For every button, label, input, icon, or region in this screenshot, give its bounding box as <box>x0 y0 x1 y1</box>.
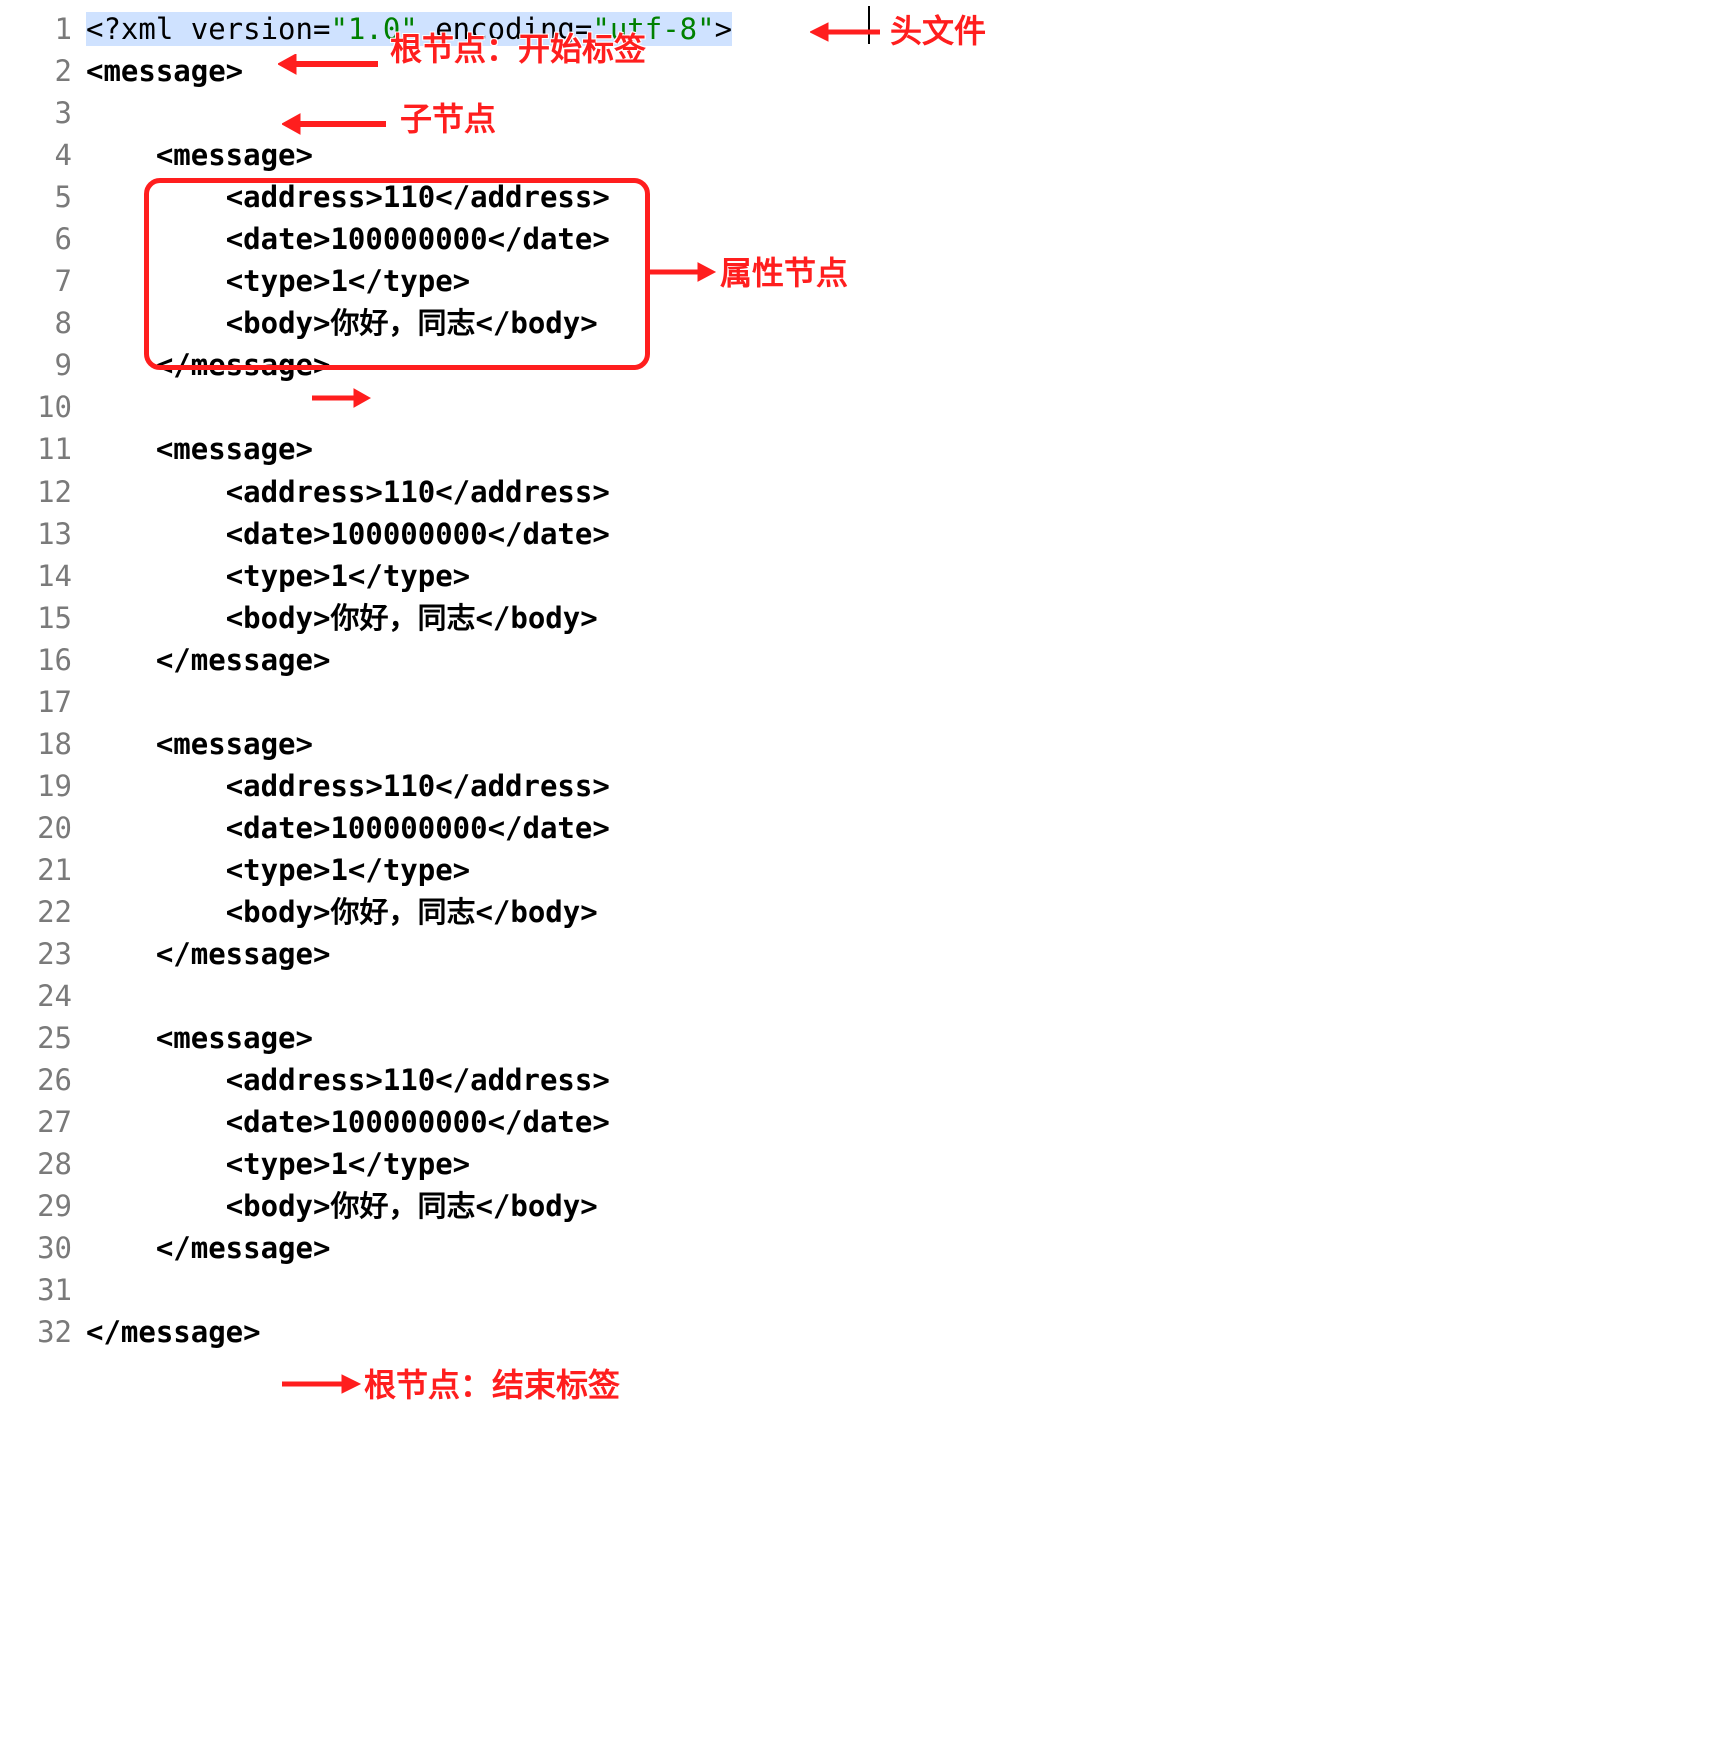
line-number: 18 <box>0 723 86 765</box>
line-content[interactable]: <?xml version="1.0" encoding="utf-8"> <box>86 8 1720 50</box>
line-number: 25 <box>0 1017 86 1059</box>
line-content[interactable]: <address>110</address> <box>86 765 1720 807</box>
line-number: 1 <box>0 8 86 50</box>
line-number: 20 <box>0 807 86 849</box>
line-number: 30 <box>0 1227 86 1269</box>
line-content[interactable]: <message> <box>86 134 1720 176</box>
line-content[interactable]: <address>110</address> <box>86 176 1720 218</box>
line-number: 21 <box>0 849 86 891</box>
code-line[interactable]: 15 <body>你好，同志</body> <box>0 597 1720 639</box>
line-number: 12 <box>0 471 86 513</box>
line-content[interactable]: <body>你好，同志</body> <box>86 891 1720 933</box>
line-number: 6 <box>0 218 86 260</box>
line-content[interactable]: <message> <box>86 50 1720 92</box>
code-line[interactable]: 29 <body>你好，同志</body> <box>0 1185 1720 1227</box>
line-content[interactable]: </message> <box>86 1311 1720 1353</box>
line-number: 8 <box>0 302 86 344</box>
line-content[interactable]: <date>100000000</date> <box>86 513 1720 555</box>
line-number: 4 <box>0 134 86 176</box>
line-number: 17 <box>0 681 86 723</box>
line-content[interactable]: </message> <box>86 933 1720 975</box>
line-number: 11 <box>0 428 86 470</box>
code-line[interactable]: 16 </message> <box>0 639 1720 681</box>
line-content[interactable] <box>86 92 1720 134</box>
line-number: 23 <box>0 933 86 975</box>
code-line[interactable]: 25 <message> <box>0 1017 1720 1059</box>
code-line[interactable]: 7 <type>1</type> <box>0 260 1720 302</box>
code-line[interactable]: 24 <box>0 975 1720 1017</box>
line-content[interactable]: <date>100000000</date> <box>86 218 1720 260</box>
code-line[interactable]: 8 <body>你好，同志</body> <box>0 302 1720 344</box>
code-line[interactable]: 9 </message> <box>0 344 1720 386</box>
label-root-close: 根节点：结束标签 <box>364 1362 620 1408</box>
code-line[interactable]: 4 <message> <box>0 134 1720 176</box>
line-content[interactable]: <date>100000000</date> <box>86 807 1720 849</box>
line-number: 19 <box>0 765 86 807</box>
code-line[interactable]: 22 <body>你好，同志</body> <box>0 891 1720 933</box>
line-number: 13 <box>0 513 86 555</box>
line-content[interactable]: <body>你好，同志</body> <box>86 1185 1720 1227</box>
line-number: 29 <box>0 1185 86 1227</box>
line-content[interactable] <box>86 681 1720 723</box>
code-line[interactable]: 3 <box>0 92 1720 134</box>
code-line[interactable]: 21 <type>1</type> <box>0 849 1720 891</box>
code-line[interactable]: 31 <box>0 1269 1720 1311</box>
code-line[interactable]: 30 </message> <box>0 1227 1720 1269</box>
line-number: 7 <box>0 260 86 302</box>
code-line[interactable]: 14 <type>1</type> <box>0 555 1720 597</box>
line-content[interactable]: <body>你好，同志</body> <box>86 302 1720 344</box>
code-line[interactable]: 12 <address>110</address> <box>0 471 1720 513</box>
code-line[interactable]: 20 <date>100000000</date> <box>0 807 1720 849</box>
line-number: 9 <box>0 344 86 386</box>
arrow-icon <box>282 1370 362 1400</box>
line-number: 22 <box>0 891 86 933</box>
line-content[interactable]: <type>1</type> <box>86 849 1720 891</box>
code-line[interactable]: 5 <address>110</address> <box>0 176 1720 218</box>
line-content[interactable]: <message> <box>86 723 1720 765</box>
line-number: 15 <box>0 597 86 639</box>
code-line[interactable]: 10 <box>0 386 1720 428</box>
line-number: 26 <box>0 1059 86 1101</box>
code-line[interactable]: 2<message> <box>0 50 1720 92</box>
code-line[interactable]: 13 <date>100000000</date> <box>0 513 1720 555</box>
line-content[interactable] <box>86 1269 1720 1311</box>
code-line[interactable]: 28 <type>1</type> <box>0 1143 1720 1185</box>
code-line[interactable]: 6 <date>100000000</date> <box>0 218 1720 260</box>
line-content[interactable]: <message> <box>86 428 1720 470</box>
line-number: 14 <box>0 555 86 597</box>
code-line[interactable]: 17 <box>0 681 1720 723</box>
line-number: 2 <box>0 50 86 92</box>
line-number: 28 <box>0 1143 86 1185</box>
code-line[interactable]: 23 </message> <box>0 933 1720 975</box>
code-editor[interactable]: 1<?xml version="1.0" encoding="utf-8">2<… <box>0 0 1720 1362</box>
line-number: 24 <box>0 975 86 1017</box>
code-line[interactable]: 27 <date>100000000</date> <box>0 1101 1720 1143</box>
line-content[interactable]: <address>110</address> <box>86 1059 1720 1101</box>
line-content[interactable]: <address>110</address> <box>86 471 1720 513</box>
line-content[interactable]: <date>100000000</date> <box>86 1101 1720 1143</box>
line-number: 5 <box>0 176 86 218</box>
line-content[interactable]: </message> <box>86 344 1720 386</box>
line-content[interactable]: <message> <box>86 1017 1720 1059</box>
line-content[interactable]: <type>1</type> <box>86 555 1720 597</box>
line-content[interactable]: <body>你好，同志</body> <box>86 597 1720 639</box>
line-number: 3 <box>0 92 86 134</box>
line-content[interactable] <box>86 386 1720 428</box>
line-number: 10 <box>0 386 86 428</box>
line-content[interactable]: </message> <box>86 1227 1720 1269</box>
code-line[interactable]: 32</message> <box>0 1311 1720 1353</box>
code-line[interactable]: 11 <message> <box>0 428 1720 470</box>
code-line[interactable]: 18 <message> <box>0 723 1720 765</box>
code-line[interactable]: 19 <address>110</address> <box>0 765 1720 807</box>
line-number: 27 <box>0 1101 86 1143</box>
line-number: 32 <box>0 1311 86 1353</box>
code-line[interactable]: 26 <address>110</address> <box>0 1059 1720 1101</box>
code-line[interactable]: 1<?xml version="1.0" encoding="utf-8"> <box>0 8 1720 50</box>
line-number: 16 <box>0 639 86 681</box>
line-content[interactable]: <type>1</type> <box>86 260 1720 302</box>
line-content[interactable]: </message> <box>86 639 1720 681</box>
line-content[interactable] <box>86 975 1720 1017</box>
line-content[interactable]: <type>1</type> <box>86 1143 1720 1185</box>
line-number: 31 <box>0 1269 86 1311</box>
